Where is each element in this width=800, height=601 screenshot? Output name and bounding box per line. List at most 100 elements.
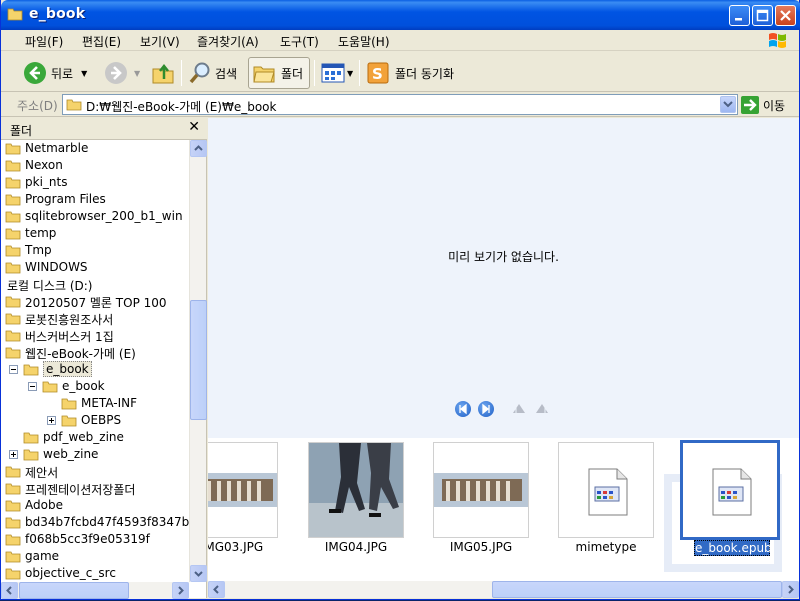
tree-item-label: 제안서 — [25, 466, 59, 480]
menu-help[interactable]: 도움말(H) — [338, 33, 390, 50]
folder-tree-vertical-scrollbar[interactable] — [189, 140, 207, 582]
menu-edit[interactable]: 편집(E) — [82, 33, 121, 50]
folder-icon — [5, 516, 21, 532]
folder-pane-title: 폴더 — [10, 124, 33, 138]
views-button[interactable]: ▼ — [321, 57, 353, 89]
tree-item[interactable]: 버스커버스커 1집 — [1, 327, 189, 344]
tree-item[interactable]: 웹진-eBook-가메 (E) — [1, 344, 189, 361]
svg-text:S: S — [372, 65, 383, 83]
tree-item[interactable]: WINDOWS — [1, 259, 189, 276]
tree-item[interactable]: e_book — [1, 361, 189, 378]
tree-item[interactable]: Netmarble — [1, 140, 189, 157]
folder-tree-horizontal-scrollbar[interactable] — [1, 582, 189, 599]
filmstrip-horizontal-scrollbar[interactable] — [208, 581, 799, 598]
minimize-button[interactable] — [729, 5, 750, 26]
explorer-window: e_book 파일(F) 편집(E) 보기(V) 즐겨찾기(A) 도구(T) 도… — [0, 0, 800, 600]
preview-pane: 미리 보기가 없습니다. — [208, 118, 799, 438]
forward-dropdown-icon[interactable]: ▼ — [134, 69, 140, 78]
menu-tools[interactable]: 도구(T) — [280, 33, 319, 50]
thumbnail-mimetype[interactable] — [558, 442, 654, 538]
forward-button[interactable]: ▼ — [104, 57, 140, 89]
file-name-img05[interactable]: IMG05.JPG — [416, 540, 546, 554]
expand-icon[interactable] — [9, 450, 18, 459]
scroll-thumb[interactable] — [492, 581, 782, 598]
folder-icon — [5, 465, 21, 481]
close-button[interactable] — [775, 5, 796, 26]
window-title: e_book — [29, 6, 86, 22]
tree-item[interactable]: META-INF — [1, 395, 189, 412]
scroll-up-button[interactable] — [190, 140, 207, 157]
tree-item[interactable]: Tmp — [1, 242, 189, 259]
back-dropdown-icon[interactable]: ▼ — [81, 69, 87, 78]
tree-item[interactable]: pdf_web_zine — [1, 429, 189, 446]
tree-item[interactable]: OEBPS — [1, 412, 189, 429]
thumbnail-img03[interactable] — [208, 442, 278, 538]
thumbnail-epub[interactable] — [680, 440, 780, 540]
scroll-thumb[interactable] — [190, 300, 207, 420]
folder-icon — [61, 414, 77, 430]
tree-item-label: bd34b7fcbd47f4593f8347b45a0 — [25, 515, 189, 529]
scroll-thumb[interactable] — [19, 582, 129, 599]
title-bar[interactable]: e_book — [1, 0, 800, 30]
scroll-right-button[interactable] — [782, 581, 799, 598]
file-name-img04[interactable]: IMG04.JPG — [291, 540, 421, 554]
previous-image-button[interactable] — [455, 401, 471, 417]
file-name-img03[interactable]: IMG03.JPG — [208, 540, 297, 554]
up-folder-button[interactable] — [151, 57, 175, 89]
back-label: 뒤로 — [51, 66, 74, 81]
file-name-mimetype[interactable]: mimetype — [541, 540, 671, 554]
toolbar: 뒤로 ▼ ▼ 검색 폴더 ▼ S 폴더 동기화 — [1, 52, 799, 92]
tree-item[interactable]: pki_nts — [1, 174, 189, 191]
tree-item-label: Program Files — [25, 192, 106, 206]
folder-icon — [5, 567, 21, 582]
expand-icon[interactable] — [47, 416, 56, 425]
generic-file-icon — [712, 468, 752, 516]
tree-item[interactable]: Adobe — [1, 497, 189, 514]
file-name-epub[interactable]: e_book.epub — [694, 540, 772, 556]
tree-item[interactable]: sqlitebrowser_200_b1_win — [1, 208, 189, 225]
folder-icon — [5, 159, 21, 175]
menu-view[interactable]: 보기(V) — [140, 33, 180, 50]
tree-item-label: 버스커버스커 1집 — [25, 330, 114, 344]
tree-item[interactable]: 로컬 디스크 (D:) — [1, 276, 189, 293]
scroll-down-button[interactable] — [190, 565, 207, 582]
chevron-down-icon — [194, 571, 203, 577]
tree-item[interactable]: 제안서 — [1, 463, 189, 480]
scroll-left-button[interactable] — [1, 582, 18, 599]
thumbnail-img04[interactable] — [308, 442, 404, 538]
close-pane-icon[interactable]: ✕ — [188, 119, 200, 135]
scroll-left-button[interactable] — [208, 581, 225, 598]
address-input[interactable]: D:₩웹진-eBook-가메 (E)₩e_book — [62, 94, 738, 115]
tree-item[interactable]: temp — [1, 225, 189, 242]
tree-item[interactable]: web_zine — [1, 446, 189, 463]
tree-item[interactable]: 로봇진흥원조사서 — [1, 310, 189, 327]
thumbnail-img05[interactable] — [433, 442, 529, 538]
tree-item[interactable]: objective_c_src — [1, 565, 189, 582]
collapse-icon[interactable] — [28, 382, 37, 391]
address-dropdown-button[interactable] — [720, 96, 736, 113]
tree-item[interactable]: f068b5cc3f9e05319f — [1, 531, 189, 548]
tree-item[interactable]: Nexon — [1, 157, 189, 174]
back-button[interactable]: 뒤로 ▼ — [23, 57, 87, 89]
search-button[interactable]: 검색 — [188, 57, 237, 89]
tree-item[interactable]: game — [1, 548, 189, 565]
folders-button[interactable]: 폴더 — [248, 57, 310, 89]
rotate-clockwise-icon[interactable] — [511, 402, 527, 414]
tree-item[interactable]: e_book — [1, 378, 189, 395]
tree-item[interactable]: bd34b7fcbd47f4593f8347b45a0 — [1, 514, 189, 531]
tree-item[interactable]: Program Files — [1, 191, 189, 208]
no-preview-message: 미리 보기가 없습니다. — [448, 250, 559, 264]
go-arrow-icon — [741, 96, 759, 114]
collapse-icon[interactable] — [9, 365, 18, 374]
scroll-right-button[interactable] — [172, 582, 189, 599]
tree-item[interactable]: 20120507 멜론 TOP 100 — [1, 293, 189, 310]
menu-file[interactable]: 파일(F) — [25, 33, 63, 50]
folder-icon — [5, 261, 21, 277]
rotate-counterclockwise-icon[interactable] — [534, 402, 550, 414]
maximize-button[interactable] — [752, 5, 773, 26]
menu-favorites[interactable]: 즐겨찾기(A) — [197, 33, 259, 50]
next-image-button[interactable] — [478, 401, 494, 417]
folder-sync-button[interactable]: S 폴더 동기화 — [367, 57, 454, 89]
tree-item[interactable]: 프레젠테이션저장폴더 — [1, 480, 189, 497]
go-button[interactable]: 이동 — [741, 96, 785, 114]
